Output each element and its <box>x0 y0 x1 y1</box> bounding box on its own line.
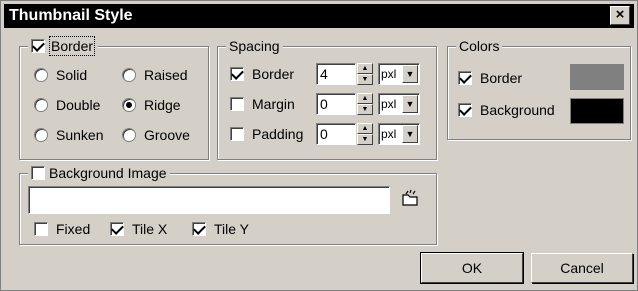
background-color-swatch[interactable] <box>570 98 624 124</box>
spacing-margin-label: Margin <box>252 96 295 112</box>
spacing-margin-row[interactable]: Margin <box>230 94 295 114</box>
background-image-legend: Background Image <box>28 164 170 182</box>
colors-border-row[interactable]: Border <box>458 68 522 88</box>
radio-ridge[interactable] <box>122 98 136 112</box>
spacing-border-unit-select[interactable]: pxl ▼ <box>378 63 420 85</box>
border-enabled-checkbox[interactable] <box>31 39 45 53</box>
ok-button[interactable]: OK <box>420 252 524 284</box>
window-title: Thumbnail Style <box>9 7 133 24</box>
chevron-down-icon[interactable]: ▼ <box>402 95 418 113</box>
bg-tilex-label: Tile X <box>132 221 168 237</box>
radio-double-label: Double <box>56 97 101 113</box>
spacing-margin-input[interactable]: 0 <box>316 93 356 115</box>
spacing-margin-checkbox[interactable] <box>230 97 244 111</box>
bg-tilex-option[interactable]: Tile X <box>110 219 167 239</box>
bg-tilex-checkbox[interactable] <box>110 222 124 236</box>
spacing-margin-spinner[interactable]: ▲ ▼ <box>357 93 373 115</box>
border-style-double[interactable]: Double <box>34 95 100 115</box>
border-group-legend: Border <box>28 36 99 56</box>
bg-tiley-label: Tile Y <box>214 221 250 237</box>
border-style-solid[interactable]: Solid <box>34 65 87 85</box>
bg-fixed-checkbox[interactable] <box>34 222 48 236</box>
spacing-group-legend: Spacing <box>226 37 283 55</box>
radio-groove-label: Groove <box>144 127 190 143</box>
border-color-swatch[interactable] <box>570 64 624 90</box>
colors-border-label: Border <box>480 70 523 86</box>
cancel-button[interactable]: Cancel <box>531 253 633 283</box>
background-image-label: Background Image <box>49 165 167 181</box>
spacing-group: Spacing Border 4 ▲ ▼ pxl ▼ Margin 0 ▲ ▼ px… <box>217 37 437 160</box>
spacing-padding-spinner[interactable]: ▲ ▼ <box>357 123 373 145</box>
bg-fixed-option[interactable]: Fixed <box>34 219 90 239</box>
radio-groove[interactable] <box>122 128 136 142</box>
radio-sunken[interactable] <box>34 128 48 142</box>
spacing-border-spinner[interactable]: ▲ ▼ <box>357 63 373 85</box>
spacing-border-input[interactable]: 4 <box>316 63 356 85</box>
background-image-group: Background Image Fixed Tile X Tile Y <box>19 164 437 245</box>
background-image-path-input[interactable] <box>28 186 390 214</box>
close-button[interactable]: × <box>610 6 630 25</box>
radio-raised[interactable] <box>122 68 136 82</box>
spacing-padding-unit: pxl <box>381 127 397 141</box>
colors-border-checkbox[interactable] <box>458 71 472 85</box>
thumbnail-style-dialog: Thumbnail Style × Border Solid Raised Do… <box>0 0 638 291</box>
spacing-border-unit: pxl <box>381 67 397 81</box>
spacing-padding-input[interactable]: 0 <box>316 123 356 145</box>
colors-background-checkbox[interactable] <box>458 103 472 117</box>
folder-icon[interactable] <box>400 188 420 208</box>
radio-raised-label: Raised <box>144 67 188 83</box>
border-style-sunken[interactable]: Sunken <box>34 125 103 145</box>
spacing-group-label: Spacing <box>229 38 280 54</box>
colors-group: Colors Border Background <box>447 37 631 140</box>
border-style-groove[interactable]: Groove <box>122 125 190 145</box>
colors-background-label: Background <box>480 102 555 118</box>
spacing-padding-label: Padding <box>252 126 304 142</box>
background-image-checkbox[interactable] <box>31 166 45 180</box>
spacing-padding-unit-select[interactable]: pxl ▼ <box>378 123 420 145</box>
radio-ridge-label: Ridge <box>144 97 181 113</box>
border-group-label: Border <box>49 36 96 56</box>
spacing-margin-unit: pxl <box>381 97 397 111</box>
colors-group-legend: Colors <box>456 37 503 55</box>
bg-fixed-label: Fixed <box>56 221 91 237</box>
radio-sunken-label: Sunken <box>56 127 104 143</box>
spacing-padding-row[interactable]: Padding <box>230 124 303 144</box>
spacing-border-label: Border <box>252 66 295 82</box>
border-style-raised[interactable]: Raised <box>122 65 188 85</box>
bg-tiley-checkbox[interactable] <box>192 222 206 236</box>
spacing-border-checkbox[interactable] <box>230 67 244 81</box>
spacing-padding-checkbox[interactable] <box>230 127 244 141</box>
radio-solid-label: Solid <box>56 67 88 83</box>
bg-tiley-option[interactable]: Tile Y <box>192 219 249 239</box>
spacing-border-row[interactable]: Border <box>230 64 294 84</box>
colors-group-label: Colors <box>459 38 500 54</box>
spacing-margin-unit-select[interactable]: pxl ▼ <box>378 93 420 115</box>
colors-background-row[interactable]: Background <box>458 100 555 120</box>
chevron-down-icon[interactable]: ▼ <box>402 65 418 83</box>
border-group: Border Solid Raised Double Ridge Sunken … <box>19 36 209 160</box>
chevron-down-icon[interactable]: ▼ <box>402 125 418 143</box>
radio-double[interactable] <box>34 98 48 112</box>
title-bar: Thumbnail Style × <box>4 4 634 28</box>
border-style-ridge[interactable]: Ridge <box>122 95 181 115</box>
radio-solid[interactable] <box>34 68 48 82</box>
